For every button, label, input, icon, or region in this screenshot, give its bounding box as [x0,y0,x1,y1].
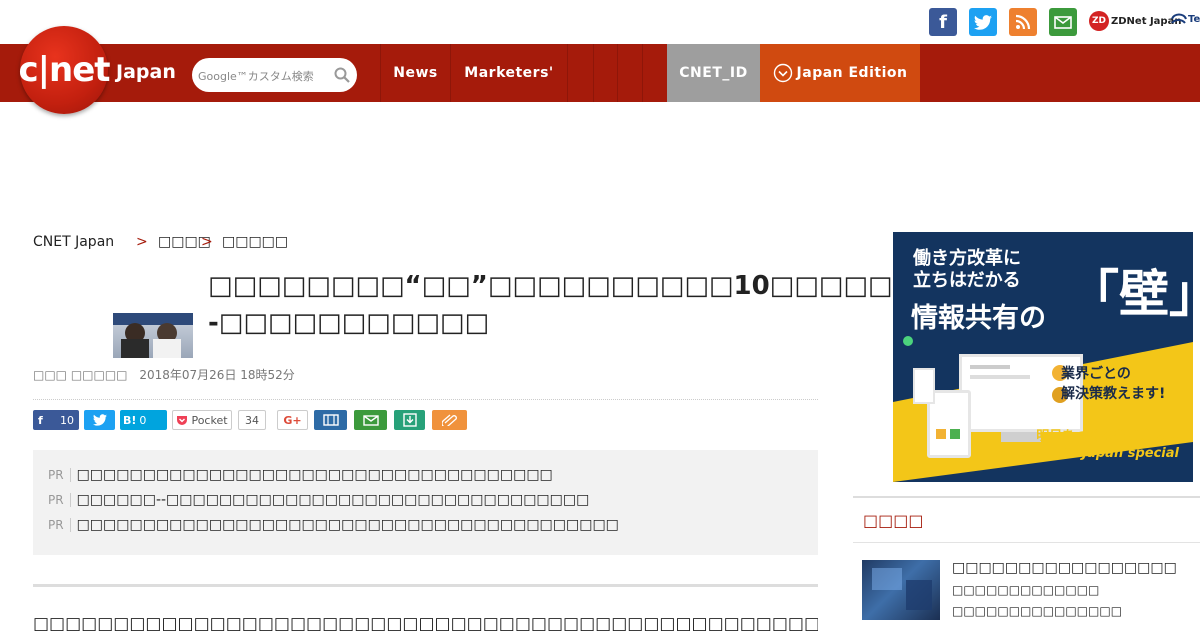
email-share-button[interactable] [354,410,387,430]
article-thumbnail [113,313,193,358]
breadcrumb-separator: > [201,234,213,250]
pr-tag: PR [48,468,71,482]
clip-button[interactable] [432,410,467,430]
pr-links-box: PR □□□□□□□□□□□□□□□□□□□□□□□□□□□□□□□□□□□□ … [33,450,818,555]
print-icon [322,414,339,426]
chevron-down-circle-icon [773,63,792,83]
sidebar-section-heading: □□□□ [863,511,924,530]
cnet-logo[interactable]: c|net [18,26,111,114]
nav-news-label: News [393,65,438,81]
google-plus-button[interactable]: G+ [277,410,308,430]
facebook-share-icon: f [38,413,43,427]
download-icon [402,413,417,427]
rss-icon[interactable] [1009,8,1037,36]
pr-link-2[interactable]: PR □□□□□□--□□□□□□□□□□□□□□□□□□□□□□□□□□□□□… [48,492,589,508]
facebook-share-count: 10 [60,413,74,427]
breadcrumb-home[interactable]: CNET Japan [33,234,114,250]
ad-promo-line2: 解決策教えます! [1061,386,1166,402]
zdnet-japan-link[interactable]: ZD ZDNet Japan [1089,9,1181,33]
nav-item-empty-4[interactable] [642,44,667,102]
nav-marketers[interactable]: Marketers' [450,44,567,102]
twitter-icon[interactable] [969,8,997,36]
ad-headline: 働き方改革に 立ちはだかる [913,248,1021,292]
content-divider [33,584,818,587]
sidebar-item-title[interactable]: □□□□□□□□□□□□□□□□□ [952,560,1177,576]
mail-icon[interactable] [1049,8,1077,36]
pocket-button[interactable]: Pocket [172,410,232,430]
logo-japan-text: Japan [116,61,176,83]
hatena-count: 0 [139,413,147,427]
pr-link-text: □□□□□□--□□□□□□□□□□□□□□□□□□□□□□□□□□□□□□□□ [76,492,590,508]
pr-tag: PR [48,493,71,507]
facebook-share-button[interactable]: f 10 [33,410,79,430]
facebook-icon[interactable]: f [929,8,957,36]
twitter-share-button[interactable] [84,410,115,430]
ad-big-text: 「壁」 [1069,265,1193,323]
ad-footer: 明日をつくる働き方改革 TechRepublic Japan special [893,428,1193,462]
breadcrumb-current: □□□□□ [222,234,288,250]
search-input[interactable]: Google™カスタム検索 [192,58,357,92]
pr-tag: PR [48,518,71,532]
nav-item-empty-2[interactable] [593,44,617,102]
twitter-bird-icon [974,14,992,30]
print-button[interactable] [314,410,347,430]
rss-feed-icon [1015,14,1031,30]
breadcrumb-home-label: CNET Japan [33,234,115,250]
search-placeholder: Google™カスタム検索 [198,70,314,83]
article-title: □□□□□□□□“□□”□□□□□□□□□□10□□□□□--□□□□□□□□□… [208,271,904,338]
search-icon[interactable] [334,67,350,83]
email-share-icon [362,414,379,426]
download-button[interactable] [394,410,425,430]
pr-link-3[interactable]: PR □□□□□□□□□□□□□□□□□□□□□□□□□□□□□□□□□□□□□… [48,517,619,533]
ad-headline-line3: 情報共有の [911,303,1046,334]
article-body-text: □□□□□□□□□□□□□□□□□□□□□□□□□□□□□□□□□□□□□□□□… [33,614,818,634]
ad-promo-text: 業界ごとの 解決策教えます! [1061,364,1165,404]
pocket-count: 34 [238,410,266,430]
techrepublic-label: Te [1188,13,1200,25]
cnet-logo-text: c|net [18,50,110,90]
nav-cnet-id[interactable]: CNET_ID [667,44,760,102]
envelope-icon [1054,15,1072,29]
techrepublic-swirl-icon [1171,13,1187,24]
byline-divider [33,399,818,400]
nav-item-empty-3[interactable] [617,44,642,102]
nav-cnet-id-label: CNET_ID [679,65,748,81]
pocket-icon [177,415,188,425]
sidebar-item-subtitle-1: □□□□□□□□□□□□□ [952,583,1100,597]
breadcrumb-separator: > [136,234,148,250]
hatena-icon: B! [123,413,137,427]
sidebar-heading-underline [853,542,1200,543]
top-social-bar: f ZD ZDNet Japan Te [0,0,1200,44]
ad-headline-line1: 働き方改革に [913,248,1021,269]
pr-link-text: □□□□□□□□□□□□□□□□□□□□□□□□□□□□□□□□□□□□□□□□… [76,517,619,533]
twitter-share-icon [92,414,107,426]
techrepublic-link[interactable]: Te [1170,10,1200,28]
ad-footer-line2: TechRepublic Japan special [982,446,1179,461]
sidebar-item-thumbnail[interactable] [862,560,940,620]
sidebar-item-subtitle-2: □□□□□□□□□□□□□□□ [952,604,1123,618]
nav-japan-edition[interactable]: Japan Edition [760,44,920,102]
pr-link-text: □□□□□□□□□□□□□□□□□□□□□□□□□□□□□□□□□□□□ [76,467,553,483]
article-author[interactable]: □□□ □□□□□ [33,368,128,382]
paperclip-icon [441,414,457,426]
sidebar-divider [853,496,1200,498]
zdnet-logo-icon: ZD [1089,11,1109,31]
google-plus-icon: G+ [283,413,302,427]
article-date: 2018年07月26日 18時52分 [139,368,295,382]
nav-marketers-label: Marketers' [464,65,554,81]
hatena-bookmark-button[interactable]: B! 0 [120,410,167,430]
pocket-label: Pocket [191,413,228,427]
nav-japan-edition-label: Japan Edition [796,65,908,81]
nav-item-empty-1[interactable] [567,44,593,102]
nav-news[interactable]: News [380,44,450,102]
article-byline: □□□ □□□□□ 2018年07月26日 18時52分 [33,366,295,383]
ad-promo-line1: 業界ごとの [1061,366,1131,382]
breadcrumb-current-label: □□□□□ [222,234,289,250]
ad-headline-line2: 立ちはだかる [913,270,1021,291]
facebook-glyph: f [939,11,947,33]
pr-link-1[interactable]: PR □□□□□□□□□□□□□□□□□□□□□□□□□□□□□□□□□□□□ [48,467,553,483]
sidebar-ad-banner[interactable]: 働き方改革に 立ちはだかる 情報共有の 「壁」 業界ごとの 解決策教えます! 明… [893,232,1193,482]
pocket-count-value: 34 [245,413,259,427]
ad-footer-line1: 明日をつくる働き方改革 [1036,429,1179,444]
